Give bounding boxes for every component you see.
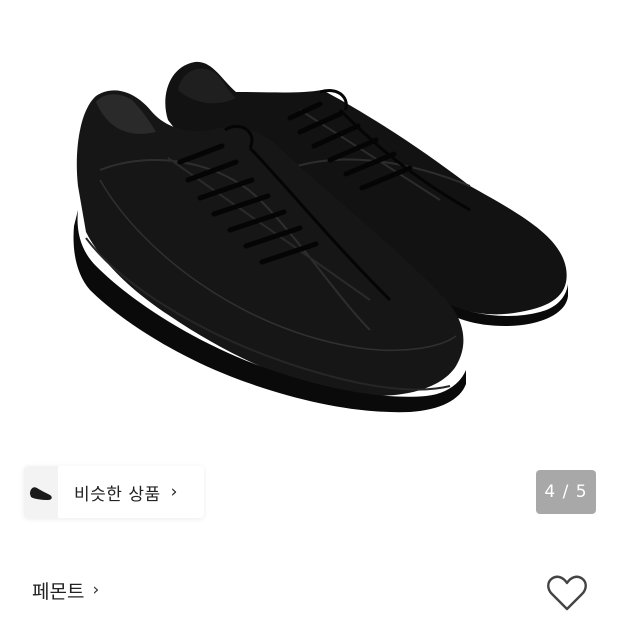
heart-outline-icon[interactable]: [546, 574, 588, 614]
brand-link[interactable]: 페몬트 ›: [32, 576, 99, 604]
chevron-right-icon: ›: [92, 580, 100, 600]
image-page-counter: 4 / 5: [536, 470, 596, 514]
similar-product-thumbnail: [24, 466, 58, 518]
similar-products-button[interactable]: 비슷한 상품 ›: [24, 466, 204, 518]
brand-name: 페몬트: [32, 580, 85, 603]
chevron-right-icon: ›: [170, 482, 178, 502]
shoes-illustration: [73, 61, 568, 413]
similar-products-label: 비슷한 상품: [74, 484, 161, 505]
product-image[interactable]: [0, 0, 620, 450]
shoe-thumbnail-icon: [30, 487, 52, 500]
